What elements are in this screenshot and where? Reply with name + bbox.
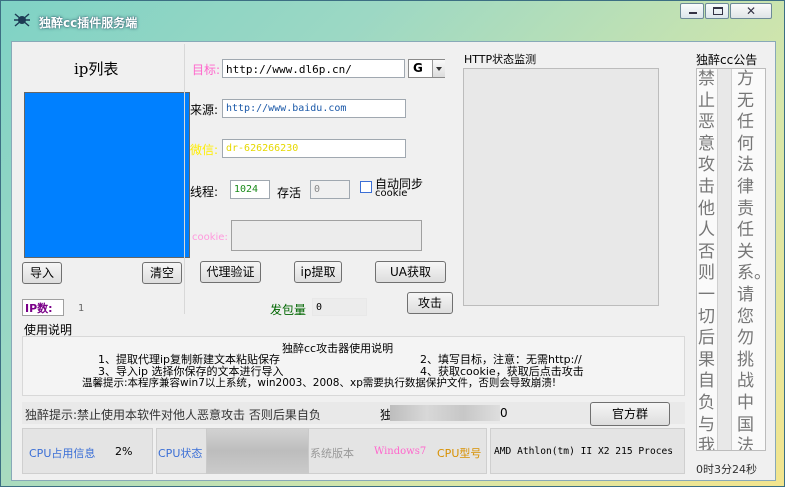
ip-extract-button[interactable]: ip提取	[294, 261, 342, 283]
method-select[interactable]: G	[408, 59, 445, 78]
attack-button[interactable]: 攻击	[407, 292, 453, 314]
notice-title: 独醉cc公告	[696, 53, 758, 67]
method-value: G	[413, 61, 423, 75]
cpu-usage-value: 2%	[115, 445, 133, 458]
spider-icon	[13, 11, 31, 29]
ip-list-box[interactable]	[24, 92, 190, 258]
send-count-value: 0	[312, 298, 367, 316]
import-button[interactable]: 导入	[22, 262, 62, 284]
close-icon: ✕	[746, 4, 757, 18]
official-group-button[interactable]: 官方群	[590, 402, 670, 426]
keepalive-input[interactable]: 0	[310, 180, 350, 199]
maximize-icon	[713, 7, 723, 15]
ua-input[interactable]: dr-626266230	[222, 139, 406, 158]
send-count-label: 发包量	[270, 303, 307, 317]
ip-list-title: ip列表	[74, 60, 119, 78]
window-title: 独醉cc插件服务端	[39, 16, 138, 30]
title-bar[interactable]: 独醉cc插件服务端 ✕	[1, 1, 785, 41]
minimize-icon	[689, 12, 697, 14]
ua-fetch-button[interactable]: UA获取	[375, 261, 446, 283]
footer-warning: 独醉提示:禁止使用本软件对他人恶意攻击 否则后果自负	[25, 408, 321, 422]
instructions-tip: 温馨提示:本程序兼容win7以上系统，win2003、2008、xp需要执行数据…	[82, 377, 557, 389]
client-area: ip列表 导入 清空 IP数: 1 目标: http://www.dl6p.cn…	[11, 41, 776, 481]
cookie-input[interactable]	[231, 220, 422, 251]
instructions-heading: 独醉cc攻击器使用说明	[282, 342, 394, 355]
form-separator	[184, 44, 185, 314]
notice-box: 禁止恶意攻击他人，否则一切后果自负，与我 方无任何法律责任关系。请您勿挑战中国法…	[696, 68, 766, 451]
sys-version-label: 系统版本	[310, 447, 354, 460]
notice-col-right: 方无任何法律责任关系。请您勿挑战中国法律	[737, 69, 765, 451]
proxy-verify-button[interactable]: 代理验证	[200, 261, 261, 283]
method-dropdown-button[interactable]	[432, 60, 445, 77]
http-monitor-title: HTTP状态监测	[464, 53, 537, 66]
notice-scrollbar[interactable]	[717, 69, 732, 450]
close-button[interactable]: ✕	[730, 3, 772, 19]
sys-version-value: Windows7	[374, 446, 427, 457]
auto-sync-checkbox[interactable]	[360, 181, 372, 193]
keepalive-label: 存活	[277, 186, 302, 200]
minimize-button[interactable]	[680, 3, 704, 19]
http-monitor-box	[463, 68, 659, 306]
blurred-area	[390, 405, 500, 421]
target-input[interactable]: http://www.dl6p.cn/	[222, 59, 405, 78]
cpu-state-label: CPU状态	[158, 447, 203, 460]
auto-sync-sub: cookie	[375, 188, 408, 199]
ua-label: 微信:	[190, 143, 219, 157]
ip-count-value: 1	[78, 303, 85, 314]
notice-col-left: 禁止恶意攻击他人，否则一切后果自负，与我	[698, 69, 732, 451]
cpu-model-label: CPU型号	[437, 447, 482, 460]
source-label: 来源:	[190, 103, 219, 117]
clear-button[interactable]: 清空	[142, 262, 182, 284]
cpu-state-blurred	[206, 428, 309, 474]
chevron-down-icon	[436, 67, 442, 71]
runtime: 0时3分24秒	[696, 463, 757, 476]
threads-input[interactable]: 1024	[230, 180, 270, 199]
footer-counter: 0	[500, 406, 508, 420]
target-label: 目标:	[192, 63, 221, 77]
source-input[interactable]: http://www.baidu.com	[222, 99, 406, 118]
app-window: 独醉cc插件服务端 ✕ ip列表 导入 清空 IP数: 1 目标: http:/…	[0, 0, 785, 487]
cpu-model-value: AMD Athlon(tm) II X2 215 Proces	[494, 446, 674, 457]
cpu-usage-label: CPU占用信息	[29, 447, 96, 460]
ip-count-label: IP数:	[25, 302, 53, 315]
cookie-label: cookie:	[192, 232, 228, 243]
maximize-button[interactable]	[705, 3, 729, 19]
threads-label: 线程:	[190, 185, 219, 199]
